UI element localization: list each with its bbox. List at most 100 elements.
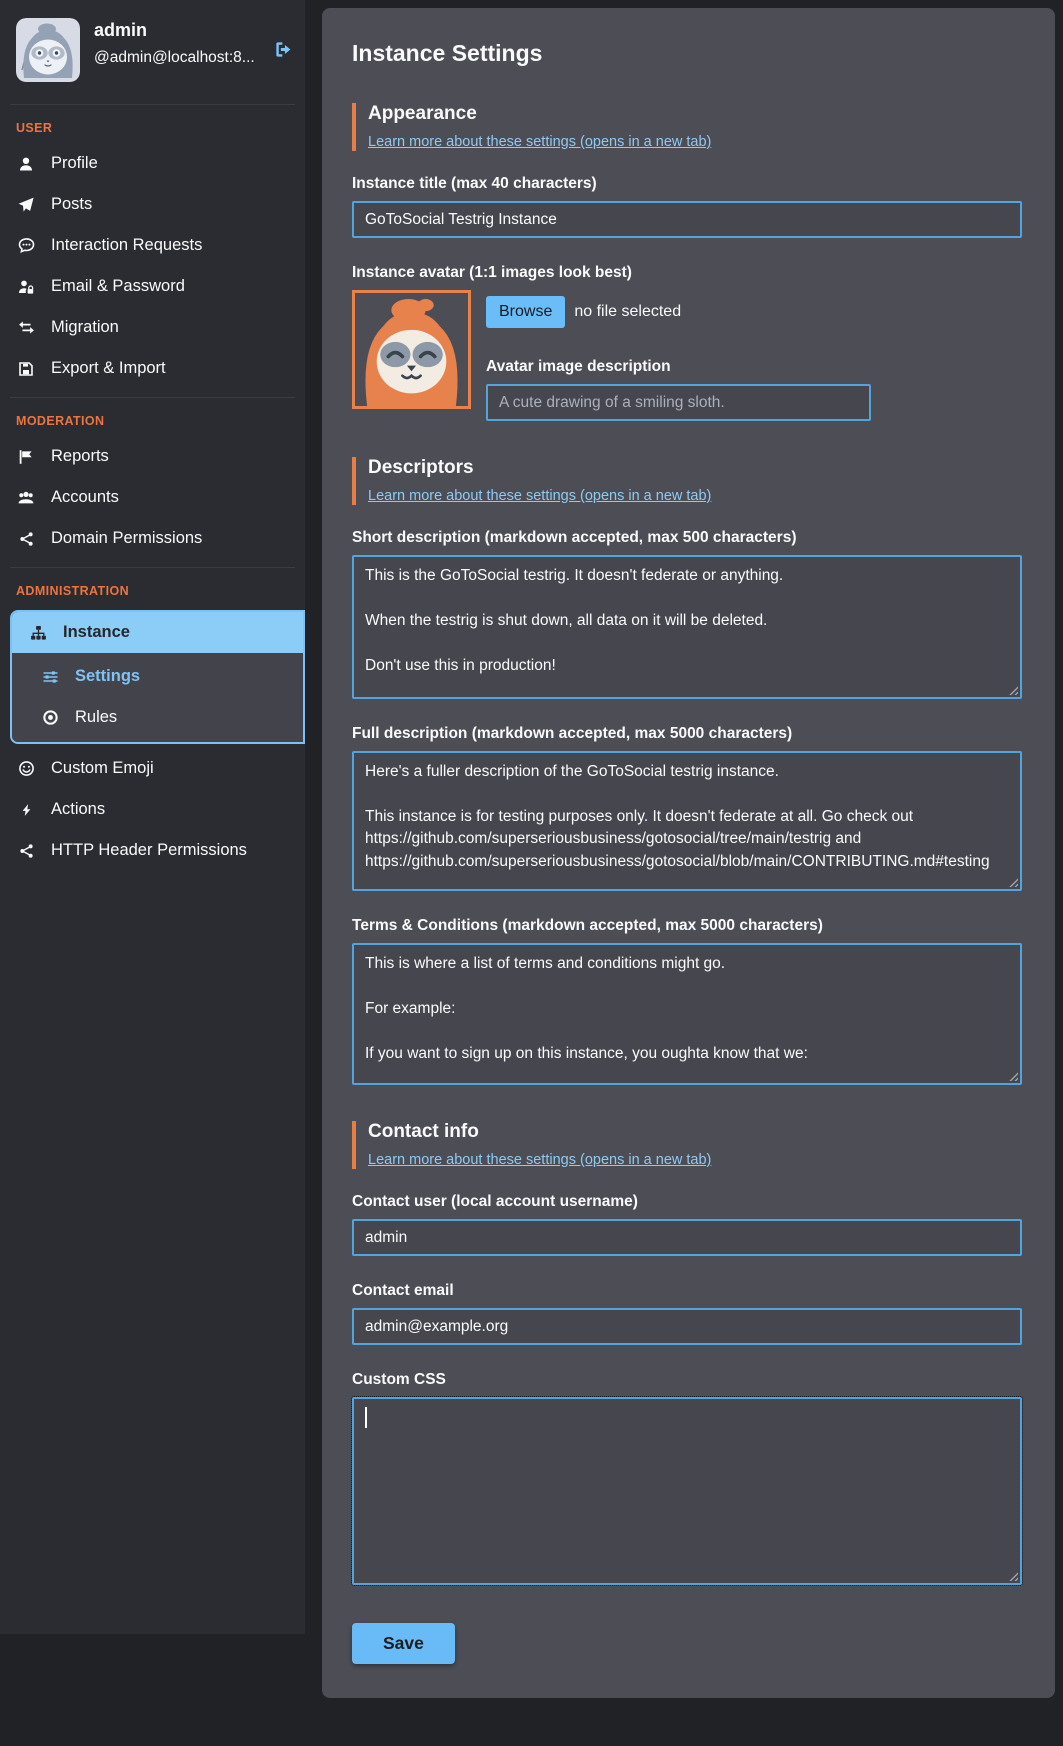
save-button[interactable]: Save xyxy=(352,1623,455,1664)
full-description-label: Full description (markdown accepted, max… xyxy=(352,725,1022,743)
learn-more-link[interactable]: Learn more about these settings (opens i… xyxy=(368,488,711,504)
smiley-icon xyxy=(16,760,36,777)
sidebar-item-label: Custom Emoji xyxy=(51,759,154,778)
sidebar-item-reports[interactable]: Reports xyxy=(0,436,305,477)
terms-label: Terms & Conditions (markdown accepted, m… xyxy=(352,917,1022,935)
instance-avatar-label: Instance avatar (1:1 images look best) xyxy=(352,264,1022,282)
contact-user-input[interactable] xyxy=(352,1219,1022,1256)
sidebar-item-domain-permissions[interactable]: Domain Permissions xyxy=(0,518,305,559)
sidebar-item-label: Migration xyxy=(51,318,119,337)
user-card[interactable]: admin @admin@localhost:8... xyxy=(0,10,305,96)
learn-more-link[interactable]: Learn more about these settings (opens i… xyxy=(368,1152,711,1168)
circle-dot-icon xyxy=(40,709,60,726)
section-heading: Contact info xyxy=(368,1121,1022,1143)
divider xyxy=(10,104,295,105)
sidebar-item-label: Settings xyxy=(75,667,140,686)
sidebar-item-label: Domain Permissions xyxy=(51,529,202,548)
short-description-field: Short description (markdown accepted, ma… xyxy=(352,529,1022,699)
sidebar-item-profile[interactable]: Profile xyxy=(0,143,305,184)
full-description-field: Full description (markdown accepted, max… xyxy=(352,725,1022,891)
instance-avatar-field: Instance avatar (1:1 images look best) xyxy=(352,264,1022,421)
sidebar-item-migration[interactable]: Migration xyxy=(0,307,305,348)
file-status-text: no file selected xyxy=(574,303,681,321)
instance-title-input[interactable] xyxy=(352,201,1022,238)
instance-nav-group: Instance Settings Rules xyxy=(10,610,305,744)
bolt-icon xyxy=(16,802,36,818)
user-icon xyxy=(16,156,36,172)
sidebar-item-label: Reports xyxy=(51,447,109,466)
sidebar-item-label: Accounts xyxy=(51,488,119,507)
terms-field: Terms & Conditions (markdown accepted, m… xyxy=(352,917,1022,1085)
sidebar-item-http-header-permissions[interactable]: HTTP Header Permissions xyxy=(0,830,305,871)
sidebar-item-custom-emoji[interactable]: Custom Emoji xyxy=(0,748,305,789)
sidebar-item-label: Actions xyxy=(51,800,105,819)
sidebar-item-label: Rules xyxy=(75,708,117,727)
sidebar-section-moderation: MODERATION xyxy=(0,402,305,436)
sidebar-item-interaction-requests[interactable]: Interaction Requests xyxy=(0,225,305,266)
short-description-label: Short description (markdown accepted, ma… xyxy=(352,529,1022,547)
text-cursor xyxy=(365,1407,367,1428)
sidebar-item-label: Email & Password xyxy=(51,277,185,296)
short-description-textarea[interactable]: This is the GoToSocial testrig. It doesn… xyxy=(352,555,1022,699)
section-heading: Appearance xyxy=(368,103,1022,125)
sidebar-section-user: USER xyxy=(0,109,305,143)
contact-user-label: Contact user (local account username) xyxy=(352,1193,1022,1211)
avatar-description-label: Avatar image description xyxy=(486,358,1022,376)
contact-email-label: Contact email xyxy=(352,1282,1022,1300)
section-contact-info: Contact info Learn more about these sett… xyxy=(352,1121,1022,1169)
learn-more-link[interactable]: Learn more about these settings (opens i… xyxy=(368,134,711,150)
user-avatar xyxy=(16,18,80,82)
sidebar-item-instance[interactable]: Instance xyxy=(12,612,303,653)
sliders-icon xyxy=(40,669,60,685)
avatar-description-input[interactable] xyxy=(486,384,871,421)
sloth-avatar-orange xyxy=(355,293,468,406)
sidebar-item-settings[interactable]: Settings xyxy=(12,656,303,697)
divider xyxy=(10,397,295,398)
comment-dots-icon xyxy=(16,237,36,254)
instance-title-label: Instance title (max 40 characters) xyxy=(352,175,1022,193)
terms-textarea[interactable]: This is where a list of terms and condit… xyxy=(352,943,1022,1085)
arrows-left-right-icon xyxy=(16,319,36,336)
floppy-disk-icon xyxy=(16,361,36,377)
divider xyxy=(10,567,295,568)
custom-css-label: Custom CSS xyxy=(352,1371,1022,1389)
user-handle: @admin@localhost:8... xyxy=(94,49,260,67)
sidebar-item-label: Interaction Requests xyxy=(51,236,202,255)
instance-title-field: Instance title (max 40 characters) xyxy=(352,175,1022,238)
sidebar-item-actions[interactable]: Actions xyxy=(0,789,305,830)
instance-settings-panel: Instance Settings Appearance Learn more … xyxy=(322,8,1055,1698)
paper-plane-icon xyxy=(16,197,36,213)
app-layout: admin @admin@localhost:8... USER Profile… xyxy=(0,0,1063,1746)
sidebar-item-label: Export & Import xyxy=(51,359,166,378)
sidebar-item-accounts[interactable]: Accounts xyxy=(0,477,305,518)
share-nodes-icon xyxy=(16,843,36,859)
sidebar-item-email-password[interactable]: Email & Password xyxy=(0,266,305,307)
sidebar-item-label: HTTP Header Permissions xyxy=(51,841,247,860)
user-name: admin xyxy=(94,20,260,41)
sitemap-icon xyxy=(28,625,48,641)
contact-email-field: Contact email xyxy=(352,1282,1022,1345)
instance-subnav: Settings Rules xyxy=(12,653,303,742)
instance-avatar-preview xyxy=(352,290,471,409)
section-heading: Descriptors xyxy=(368,457,1022,479)
sidebar-item-rules[interactable]: Rules xyxy=(12,697,303,738)
share-nodes-icon xyxy=(16,531,36,547)
user-lock-icon xyxy=(16,279,36,295)
custom-css-textarea[interactable] xyxy=(352,1397,1022,1585)
browse-button[interactable]: Browse xyxy=(486,296,565,328)
section-appearance: Appearance Learn more about these settin… xyxy=(352,103,1022,151)
sidebar-item-label: Instance xyxy=(63,623,130,642)
full-description-textarea[interactable]: Here's a fuller description of the GoToS… xyxy=(352,751,1022,891)
sidebar-item-label: Posts xyxy=(51,195,92,214)
contact-email-input[interactable] xyxy=(352,1308,1022,1345)
page-title: Instance Settings xyxy=(352,40,1022,67)
custom-css-field: Custom CSS xyxy=(352,1371,1022,1585)
flag-icon xyxy=(16,449,36,465)
section-descriptors: Descriptors Learn more about these setti… xyxy=(352,457,1022,505)
sidebar-item-export-import[interactable]: Export & Import xyxy=(0,348,305,389)
contact-user-field: Contact user (local account username) xyxy=(352,1193,1022,1256)
sidebar-item-posts[interactable]: Posts xyxy=(0,184,305,225)
sidebar: admin @admin@localhost:8... USER Profile… xyxy=(0,0,305,1634)
logout-icon[interactable] xyxy=(274,18,293,64)
sloth-avatar-gray xyxy=(16,18,80,82)
